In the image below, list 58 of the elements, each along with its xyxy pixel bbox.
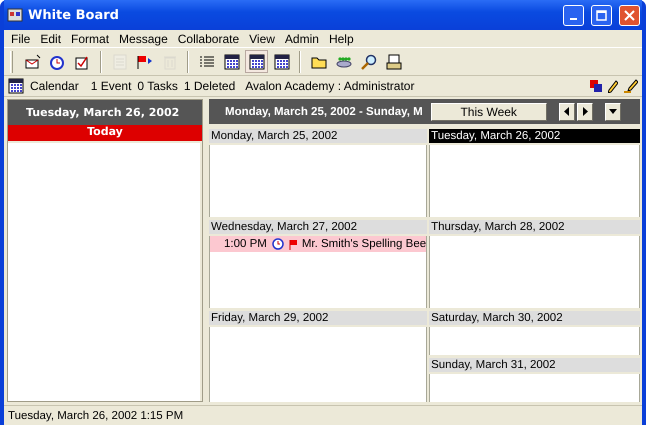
menu-item[interactable]: Help bbox=[324, 32, 359, 46]
module-label: Calendar bbox=[30, 79, 79, 93]
close-button[interactable] bbox=[619, 4, 640, 26]
toolbar-button[interactable] bbox=[245, 50, 268, 73]
week-range: Monday, March 25, 2002 - Sunday, M bbox=[225, 106, 423, 118]
menu-item[interactable]: Edit bbox=[35, 32, 66, 46]
menu-item[interactable]: View bbox=[244, 32, 280, 46]
clock-icon bbox=[50, 54, 66, 70]
day-header: Thursday, March 28, 2002 bbox=[429, 220, 640, 234]
menu-item[interactable]: File bbox=[6, 32, 36, 46]
maximize-button[interactable] bbox=[591, 4, 612, 26]
minimize-icon bbox=[570, 18, 577, 20]
day-header: Sunday, March 31, 2002 bbox=[429, 358, 640, 372]
list-icon bbox=[198, 54, 214, 70]
next-button[interactable] bbox=[576, 102, 593, 120]
count-label: 1 Event bbox=[90, 79, 132, 93]
menu-item[interactable]: Admin bbox=[280, 32, 324, 46]
day-header: Saturday, March 30, 2002 bbox=[429, 311, 640, 325]
today-banner: Today bbox=[8, 125, 202, 141]
app-icon bbox=[7, 7, 23, 23]
search-icon bbox=[360, 54, 376, 70]
right-arrow-icon bbox=[582, 107, 588, 116]
maximize-icon bbox=[596, 10, 607, 20]
calendar-icon bbox=[224, 54, 240, 70]
menu-item[interactable]: Collaborate bbox=[172, 32, 244, 46]
status-bar: Tuesday, March 26, 2002 1:15 PM bbox=[4, 405, 642, 425]
flag-icon bbox=[288, 238, 297, 250]
calendar-icon bbox=[274, 54, 290, 70]
window-title: White Board bbox=[28, 8, 120, 22]
previous-button[interactable] bbox=[558, 102, 575, 120]
calendar-icon bbox=[248, 54, 264, 70]
day-header: Tuesday, March 26, 2002 bbox=[429, 129, 640, 143]
dropdown-button[interactable] bbox=[604, 102, 621, 120]
pencil-icon[interactable] bbox=[608, 80, 618, 92]
minimize-button[interactable] bbox=[563, 4, 584, 26]
count-label: 1 Deleted bbox=[184, 79, 236, 93]
left-arrow-icon bbox=[564, 107, 570, 116]
date-header: Tuesday, March 26, 2002 bbox=[8, 100, 202, 125]
account-label: Avalon Academy : Administrator bbox=[245, 79, 416, 93]
day-header: Wednesday, March 27, 2002 bbox=[209, 220, 428, 234]
this-week-button[interactable]: This Week bbox=[430, 102, 547, 120]
event-time: 1:00 PM bbox=[224, 238, 267, 250]
envelope-icon bbox=[24, 54, 40, 70]
count-label: 0 Tasks bbox=[137, 79, 178, 93]
clock-icon bbox=[272, 238, 284, 250]
day-header: Monday, March 25, 2002 bbox=[209, 129, 428, 143]
menu-item[interactable]: Format bbox=[66, 32, 114, 46]
event-entry[interactable]: 1:00 PM Mr. Smith's Spelling Bee bbox=[210, 236, 426, 252]
pencil-icon[interactable] bbox=[624, 79, 638, 93]
caret-icon bbox=[608, 109, 617, 114]
event-title: Mr. Smith's Spelling Bee bbox=[302, 238, 426, 250]
printer-icon bbox=[386, 54, 402, 70]
close-icon bbox=[624, 10, 635, 20]
calendar-icon bbox=[8, 78, 24, 94]
overlap-icon[interactable] bbox=[590, 80, 602, 92]
flag-icon bbox=[136, 54, 152, 70]
menu-item[interactable]: Message bbox=[114, 32, 173, 46]
day-header: Friday, March 29, 2002 bbox=[209, 311, 428, 325]
